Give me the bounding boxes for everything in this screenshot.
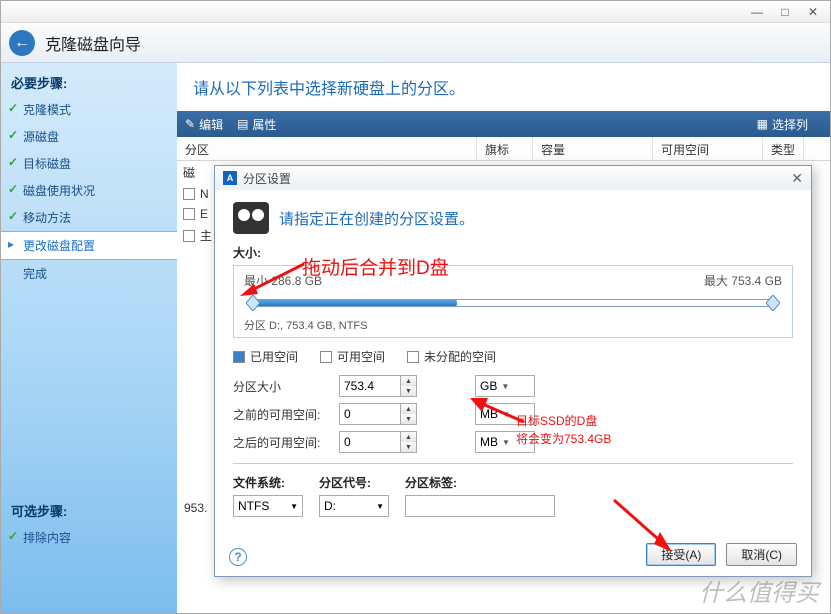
partition-info: 分区 D:, 753.4 GB, NTFS — [244, 317, 782, 333]
accept-button[interactable]: 接受(A) — [646, 543, 716, 566]
dialog-titlebar: A 分区设置 ✕ — [215, 166, 811, 190]
pencil-icon: ✎ — [185, 117, 195, 131]
unalloc-swatch — [407, 351, 419, 363]
partition-settings-dialog: A 分区设置 ✕ 请指定正在创建的分区设置。 大小: 最小 286.8 GB 最… — [214, 165, 812, 577]
space-before-label: 之前的可用空间: — [233, 406, 333, 423]
after-unit-select[interactable]: MB▼ — [475, 431, 535, 453]
columns-icon: ▦ — [757, 117, 768, 131]
step-source-disk[interactable]: 源磁盘 — [1, 123, 177, 150]
filesystem-select[interactable]: NTFS▼ — [233, 495, 303, 517]
slider-handle-right[interactable] — [766, 295, 780, 311]
col-flag[interactable]: 旗标 — [477, 137, 533, 160]
required-steps-label: 必要步骤: — [1, 69, 177, 96]
disk-size-label: 953. — [184, 501, 207, 515]
size-unit-select[interactable]: GB▼ — [475, 375, 535, 397]
before-unit-select[interactable]: MB▼ — [475, 403, 535, 425]
partition-size-label: 分区大小 — [233, 378, 333, 395]
checkbox[interactable] — [183, 230, 195, 242]
col-capacity[interactable]: 容量 — [533, 137, 653, 160]
free-swatch — [320, 351, 332, 363]
app-icon: A — [223, 171, 237, 185]
after-spinner[interactable]: ▲▼ — [401, 431, 417, 453]
max-size-label: 最大 753.4 GB — [704, 272, 782, 289]
volume-label-input[interactable] — [405, 495, 555, 517]
drive-letter-label: 分区代号: — [319, 474, 389, 491]
window-controls: — □ ✕ — [1, 1, 830, 23]
step-finish[interactable]: 完成 — [1, 260, 177, 287]
space-after-label: 之后的可用空间: — [233, 434, 333, 451]
properties-icon: ▤ — [237, 117, 248, 131]
step-clone-mode[interactable]: 克隆模式 — [1, 96, 177, 123]
maximize-button[interactable]: □ — [772, 4, 798, 20]
space-after-input[interactable] — [339, 431, 401, 453]
close-button[interactable]: ✕ — [800, 4, 826, 20]
partition-size-input[interactable] — [339, 375, 401, 397]
step-target-disk[interactable]: 目标磁盘 — [1, 150, 177, 177]
dialog-subtitle: 请指定正在创建的分区设置。 — [279, 208, 474, 229]
toolbar: ✎编辑 ▤属性 ▦选择列 — [177, 111, 830, 137]
edit-button[interactable]: ✎编辑 — [185, 116, 223, 133]
min-size-label: 最小 286.8 GB — [244, 272, 322, 289]
step-exclude[interactable]: 排除内容 — [1, 524, 177, 551]
instruction-text: 请从以下列表中选择新硬盘上的分区。 — [177, 63, 830, 111]
filesystem-label: 文件系统: — [233, 474, 303, 491]
col-free[interactable]: 可用空间 — [653, 137, 763, 160]
legend: 已用空间 可用空间 未分配的空间 — [233, 348, 793, 365]
size-form: 分区大小 ▲▼ GB▼ 之前的可用空间: ▲▼ MB▼ 之后的可用空间: ▲▼ … — [233, 375, 793, 453]
size-spinner[interactable]: ▲▼ — [401, 375, 417, 397]
size-slider-box: 最小 286.8 GB 最大 753.4 GB 分区 D:, 753.4 GB,… — [233, 265, 793, 338]
step-change-config[interactable]: 更改磁盘配置 — [1, 231, 177, 260]
space-before-input[interactable] — [339, 403, 401, 425]
step-disk-usage[interactable]: 磁盘使用状况 — [1, 177, 177, 204]
properties-button[interactable]: ▤属性 — [237, 116, 276, 133]
select-columns-button[interactable]: ▦选择列 — [757, 116, 808, 133]
minimize-button[interactable]: — — [744, 4, 770, 20]
dialog-close-button[interactable]: ✕ — [791, 170, 803, 187]
step-move-method[interactable]: 移动方法 — [1, 204, 177, 231]
used-swatch — [233, 351, 245, 363]
drive-letter-select[interactable]: D:▼ — [319, 495, 389, 517]
wizard-title: 克隆磁盘向导 — [45, 31, 141, 55]
dialog-title: 分区设置 — [243, 170, 291, 187]
wizard-sidebar: 必要步骤: 克隆模式 源磁盘 目标磁盘 磁盘使用状况 移动方法 更改磁盘配置 完… — [1, 63, 177, 613]
column-headers: 分区 旗标 容量 可用空间 类型 — [177, 137, 830, 161]
back-button[interactable]: ← — [9, 30, 35, 56]
checkbox[interactable] — [183, 208, 195, 220]
cancel-button[interactable]: 取消(C) — [726, 543, 797, 566]
wizard-header: ← 克隆磁盘向导 — [1, 23, 830, 63]
slider-handle-left[interactable] — [246, 295, 260, 311]
col-type[interactable]: 类型 — [763, 137, 804, 160]
help-button[interactable]: ? — [229, 548, 247, 566]
optional-steps-label: 可选步骤: — [1, 497, 177, 524]
col-partition[interactable]: 分区 — [177, 137, 477, 160]
bottom-fields: 文件系统: NTFS▼ 分区代号: D:▼ 分区标签: — [233, 474, 793, 517]
size-slider[interactable] — [244, 293, 782, 313]
volume-label-label: 分区标签: — [405, 474, 555, 491]
before-spinner[interactable]: ▲▼ — [401, 403, 417, 425]
slider-fill — [253, 300, 457, 306]
partition-icon — [233, 202, 269, 234]
checkbox[interactable] — [183, 188, 195, 200]
size-section-label: 大小: — [233, 244, 793, 261]
